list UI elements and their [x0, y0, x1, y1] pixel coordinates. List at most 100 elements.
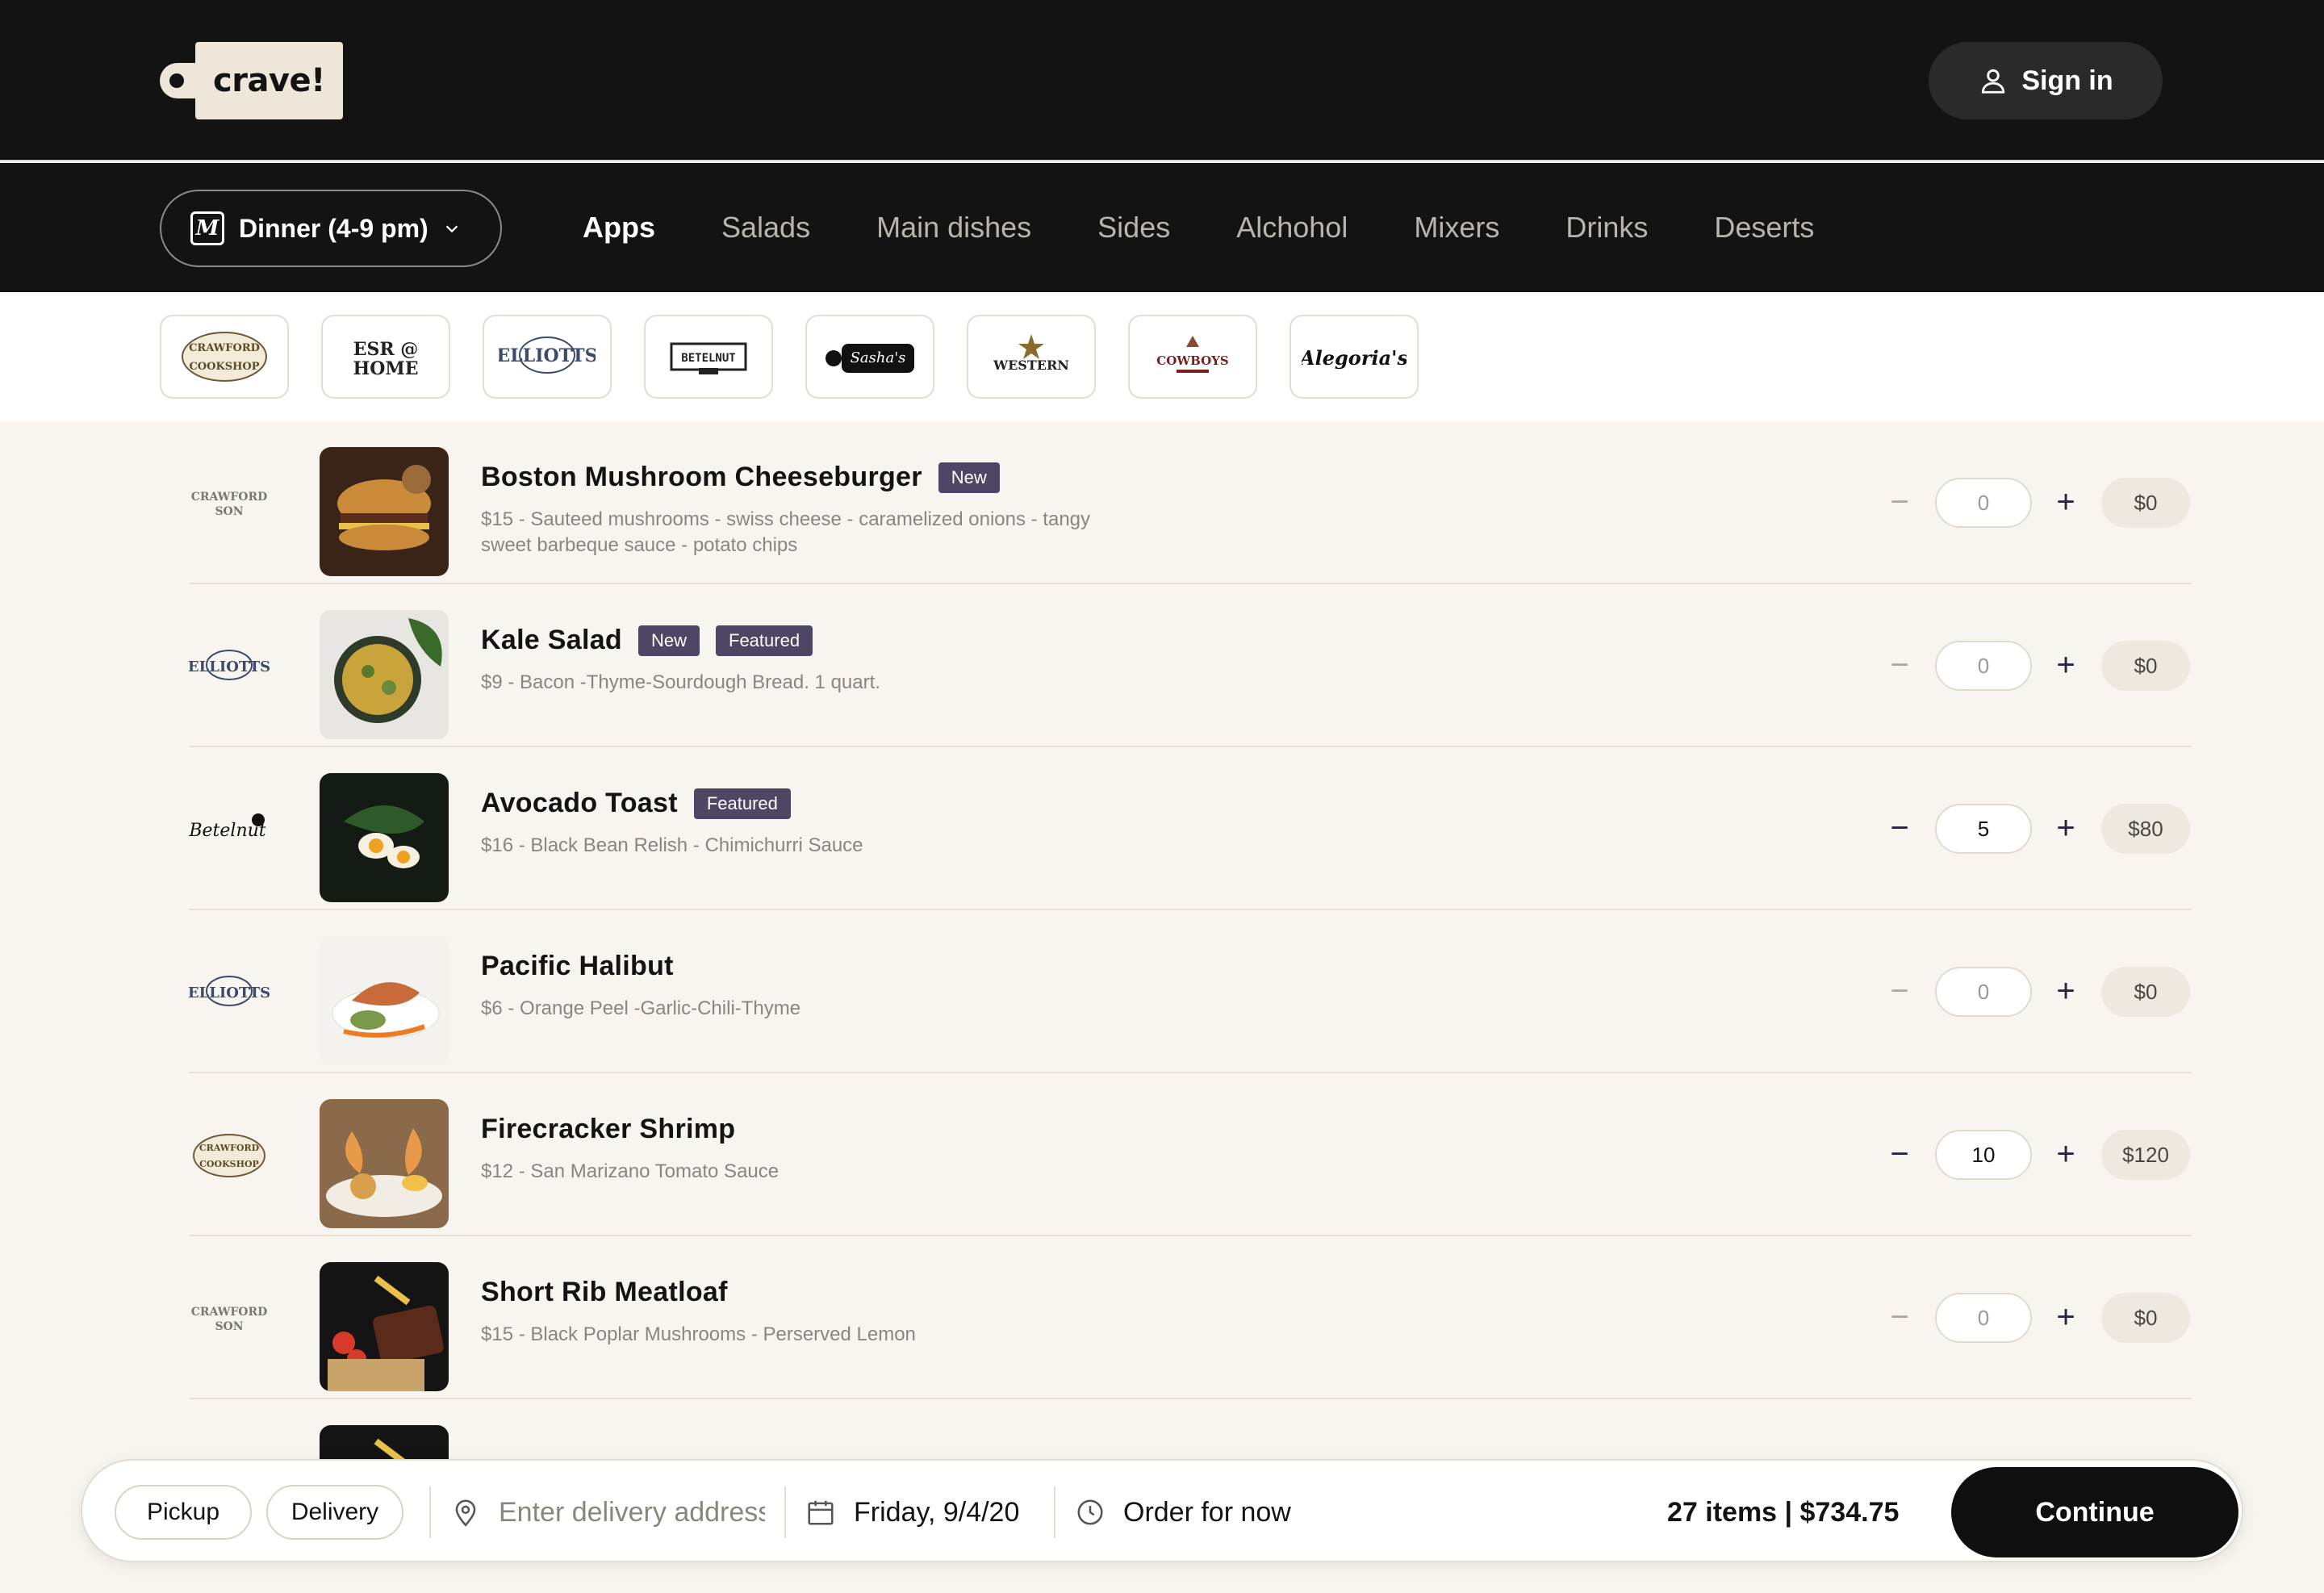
- restaurant-logo: ELLIOTTS: [189, 952, 270, 1033]
- tab-apps[interactable]: Apps: [583, 211, 655, 245]
- item-name[interactable]: Short Rib Meatloaf: [481, 1277, 728, 1308]
- item-name[interactable]: Firecracker Shrimp: [481, 1114, 735, 1145]
- restaurant-logo: Betelnut: [189, 789, 270, 870]
- restaurant-logo-cowboys[interactable]: COWBOYS: [1128, 315, 1257, 399]
- item-photo[interactable]: [320, 610, 449, 739]
- user-icon: [1982, 69, 2005, 94]
- item-name[interactable]: Boston Mushroom Cheeseburger: [481, 462, 922, 493]
- item-description: $15 - Sauteed mushrooms - swiss cheese -…: [481, 508, 1091, 556]
- tab-sides[interactable]: Sides: [1097, 211, 1170, 245]
- restaurant-logo-elliotts[interactable]: ELLIOTTS: [483, 315, 612, 399]
- item-title-line: Kale Salad New Featured: [481, 625, 813, 656]
- decrease-quantity-button[interactable]: −: [1883, 810, 1916, 846]
- restaurant-logo-alegorias[interactable]: Alegoria's: [1289, 315, 1419, 399]
- svg-text:ESR @: ESR @: [353, 339, 419, 360]
- badge-featured: Featured: [716, 625, 813, 656]
- category-nav: M Dinner (4-9 pm) Apps Salads Main dishes S…: [0, 163, 2324, 292]
- menu-book-icon: M: [190, 211, 224, 245]
- location-pin-icon: [455, 1499, 476, 1527]
- item-total: $0: [2101, 1293, 2190, 1343]
- tab-salads[interactable]: Salads: [721, 211, 810, 245]
- item-photo[interactable]: [320, 447, 449, 576]
- delivery-button[interactable]: Delivery: [266, 1485, 403, 1540]
- divider: [1054, 1486, 1055, 1538]
- item-photo[interactable]: [320, 1262, 449, 1391]
- item-title-line: Firecracker Shrimp: [481, 1114, 735, 1145]
- increase-quantity-button[interactable]: +: [2050, 1136, 2082, 1172]
- crave-logo[interactable]: crave!: [160, 42, 343, 119]
- menu-item-row: CRAWFORD COOKSHOP Firecracker Shrimp $12 …: [189, 1073, 2192, 1236]
- item-total: $120: [2101, 1130, 2190, 1180]
- delivery-address-field[interactable]: [450, 1485, 765, 1540]
- menu-time-dropdown[interactable]: M Dinner (4-9 pm): [160, 190, 502, 267]
- quantity-field[interactable]: 10: [1935, 1130, 2032, 1180]
- svg-text:SON: SON: [215, 1320, 243, 1333]
- quantity-field[interactable]: 5: [1935, 804, 2032, 854]
- quantity-field[interactable]: 0: [1935, 967, 2032, 1017]
- svg-text:Alegoria's: Alegoria's: [1302, 346, 1407, 370]
- restaurant-logo-crawford-cookshop[interactable]: CRAWFORD COOKSHOP: [160, 315, 289, 399]
- increase-quantity-button[interactable]: +: [2050, 484, 2082, 520]
- sign-in-button[interactable]: Sign in: [1929, 42, 2163, 119]
- restaurant-logo-sashas[interactable]: Sasha's: [805, 315, 934, 399]
- restaurant-logo-western[interactable]: WESTERN: [967, 315, 1096, 399]
- increase-quantity-button[interactable]: +: [2050, 647, 2082, 683]
- tab-deserts[interactable]: Deserts: [1714, 211, 1814, 245]
- svg-text:WESTERN: WESTERN: [993, 357, 1069, 373]
- quantity-field[interactable]: 0: [1935, 641, 2032, 691]
- item-photo[interactable]: [320, 936, 449, 1065]
- decrease-quantity-button[interactable]: −: [1883, 973, 1916, 1009]
- item-description: $12 - San Marizano Tomato Sauce: [481, 1160, 780, 1182]
- svg-text:ELLIOTTS: ELLIOTTS: [189, 985, 270, 1001]
- decrease-quantity-button[interactable]: −: [1883, 1299, 1916, 1335]
- menu-item-row: ELLIOTTS Pacific Halibut $6 - Orange Pee…: [189, 910, 2192, 1073]
- restaurant-logo: ELLIOTTS: [189, 626, 270, 707]
- item-name[interactable]: Avocado Toast: [481, 788, 678, 819]
- increase-quantity-button[interactable]: +: [2050, 810, 2082, 846]
- continue-button[interactable]: Continue: [1951, 1467, 2238, 1557]
- item-total: $80: [2101, 804, 2190, 854]
- order-bar: Pickup Delivery Friday, 9/4/20 Order for…: [81, 1459, 2243, 1562]
- restaurant-filter-strip: CRAWFORD COOKSHOP ESR @ HOME ELLIOTTS BETE…: [0, 292, 2324, 421]
- time-value: Order for now: [1123, 1496, 1291, 1528]
- top-bar: crave! Sign in: [0, 0, 2324, 161]
- restaurant-logo: CRAWFORD COOKSHOP: [189, 1115, 270, 1196]
- quantity-field[interactable]: 0: [1935, 1293, 2032, 1343]
- tab-main-dishes[interactable]: Main dishes: [876, 211, 1031, 245]
- item-description: $15 - Black Poplar Mushrooms - Perserved…: [481, 1323, 916, 1345]
- item-photo[interactable]: [320, 1099, 449, 1228]
- tab-drinks[interactable]: Drinks: [1565, 211, 1648, 245]
- menu-time-label: Dinner (4-9 pm): [239, 213, 428, 243]
- restaurant-logo-esr-home[interactable]: ESR @ HOME: [321, 315, 450, 399]
- item-name[interactable]: Kale Salad: [481, 625, 622, 656]
- category-tabs: Apps Salads Main dishes Sides Alchohol Mixers…: [583, 163, 1880, 292]
- badge-new: New: [938, 462, 1000, 493]
- increase-quantity-button[interactable]: +: [2050, 1299, 2082, 1335]
- pickup-button[interactable]: Pickup: [115, 1485, 252, 1540]
- badge-new: New: [637, 625, 700, 656]
- quantity-field[interactable]: 0: [1935, 478, 2032, 528]
- date-value: Friday, 9/4/20: [854, 1496, 1020, 1528]
- svg-text:HOME: HOME: [353, 358, 418, 379]
- item-title-line: Short Rib Meatloaf: [481, 1277, 728, 1308]
- tab-mixers[interactable]: Mixers: [1414, 211, 1499, 245]
- item-name[interactable]: Pacific Halibut: [481, 951, 674, 982]
- decrease-quantity-button[interactable]: −: [1883, 1136, 1916, 1172]
- decrease-quantity-button[interactable]: −: [1883, 647, 1916, 683]
- menu-item-list: CRAWFORD SON Boston Mushroom Cheeseburger…: [189, 421, 2192, 1562]
- divider: [784, 1486, 786, 1538]
- menu-item-row: Betelnut Avocado Toast Featured $16 - Bl…: [189, 747, 2192, 910]
- item-title-line: Pacific Halibut: [481, 951, 674, 982]
- restaurant-logo-betelnut[interactable]: BETELNUT: [644, 315, 773, 399]
- increase-quantity-button[interactable]: +: [2050, 973, 2082, 1009]
- item-title-line: Boston Mushroom Cheeseburger New: [481, 462, 1000, 493]
- delivery-address-input[interactable]: [499, 1496, 765, 1528]
- svg-text:Sasha's: Sasha's: [851, 349, 906, 366]
- decrease-quantity-button[interactable]: −: [1883, 484, 1916, 520]
- restaurant-logo: CRAWFORD SON: [189, 1278, 270, 1359]
- date-picker[interactable]: Friday, 9/4/20: [805, 1485, 1019, 1540]
- time-picker[interactable]: Order for now: [1075, 1485, 1291, 1540]
- tab-alchohol[interactable]: Alchohol: [1236, 211, 1348, 245]
- item-photo[interactable]: [320, 773, 449, 902]
- svg-text:CRAWFORD: CRAWFORD: [199, 1143, 260, 1153]
